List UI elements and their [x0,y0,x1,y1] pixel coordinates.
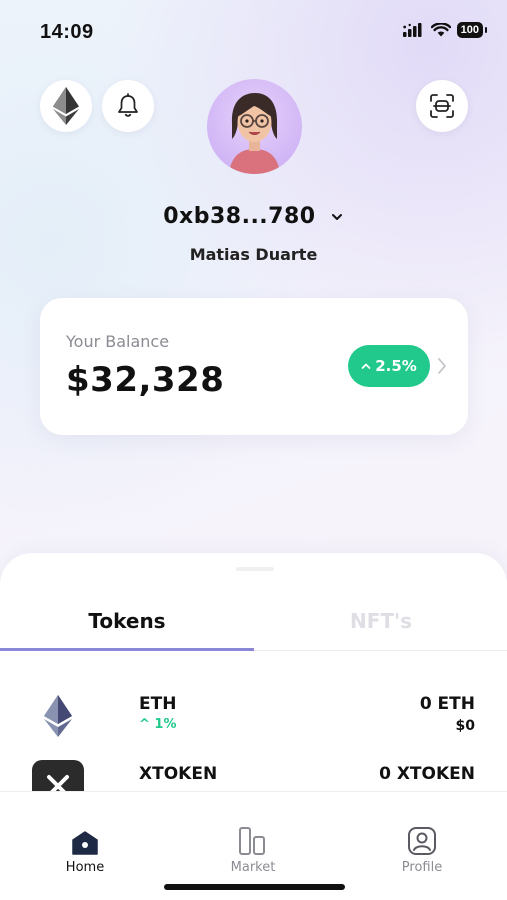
wallet-address: 0xb38...780 [163,204,316,229]
token-fiat-value: $0 [455,718,475,734]
tab-divider [254,650,507,651]
token-amount: 0 ETH [419,694,475,714]
balance-card[interactable]: Your Balance $32,328 2.5% [40,298,468,435]
user-avatar-illustration [229,93,280,174]
tab-tokens[interactable]: Tokens [0,601,254,653]
nav-home[interactable]: Home [25,792,145,875]
nav-profile[interactable]: Profile [362,792,482,875]
nav-label-profile: Profile [401,860,443,875]
market-icon [239,827,265,855]
battery-indicator: 100 [456,22,488,38]
eth-logo-icon [32,690,84,742]
network-button[interactable] [40,80,92,132]
balance-change-badge: 2.5% [348,345,430,387]
token-symbol: ETH [139,694,177,714]
avatar[interactable] [207,79,302,174]
nav-label-home: Home [65,860,105,875]
bell-icon [118,93,138,117]
status-bar: 14:09 100 [0,0,507,64]
scan-button[interactable] [416,80,468,132]
user-name: Matias Duarte [189,245,318,264]
token-change-value: 1% [154,717,177,732]
nav-label-market: Market [230,860,276,875]
sheet-grabber[interactable] [236,567,274,571]
home-indicator[interactable] [164,884,345,890]
token-row-eth[interactable]: ETH ^ 1% 0 ETH $0 [0,688,507,748]
home-icon [72,831,98,855]
asset-tabs: Tokens NFT's [0,601,507,653]
tab-nfts[interactable]: NFT's [254,601,507,653]
status-icons: 100 [402,22,488,38]
arrow-up-icon: ^ [139,717,155,732]
balance-label: Your Balance [66,332,170,351]
profile-icon [408,827,436,855]
ethereum-icon [53,87,79,125]
balance-change-value: 2.5% [375,357,417,375]
wallet-address-selector[interactable]: 0xb38...780 [0,204,507,229]
token-symbol: XTOKEN [139,764,218,784]
arrow-up-icon [361,363,371,369]
token-amount: 0 XTOKEN [379,764,475,784]
active-tab-underline [0,648,254,651]
notifications-button[interactable] [102,80,154,132]
nav-market[interactable]: Market [193,792,313,875]
signal-icon [402,23,422,37]
chevron-down-icon [331,214,342,220]
wifi-icon [430,23,451,37]
balance-value: $32,328 [66,360,225,400]
scan-icon [430,94,454,118]
status-time: 14:09 [40,21,94,43]
token-change: ^ 1% [139,717,177,732]
chevron-right-icon [438,358,446,374]
